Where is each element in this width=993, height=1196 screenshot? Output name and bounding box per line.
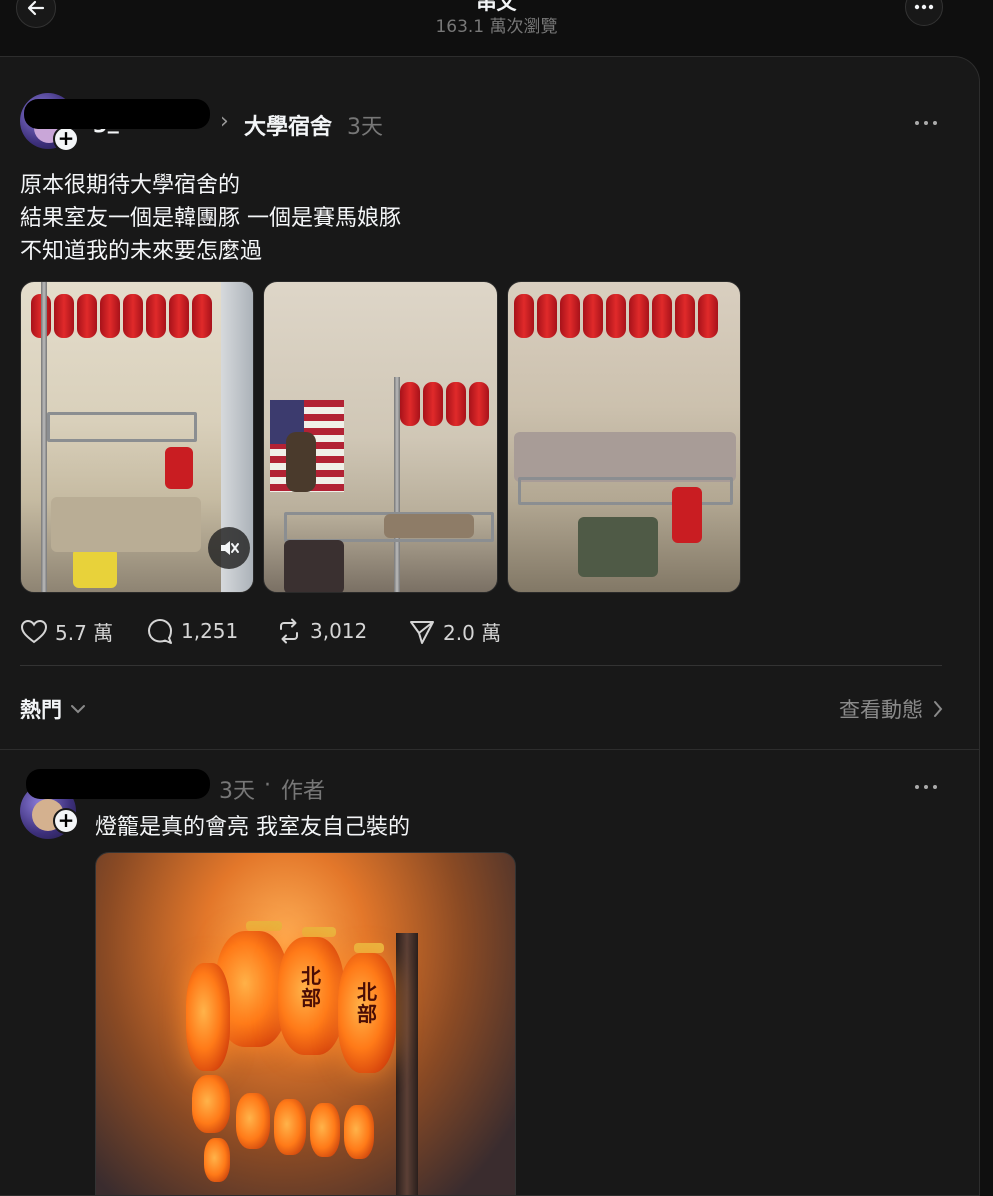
post-media-video[interactable]	[20, 281, 254, 593]
clothes	[284, 540, 344, 592]
lantern-text: 北部	[357, 980, 377, 1026]
lantern-decoration	[400, 382, 489, 426]
send-icon	[410, 620, 434, 644]
lantern-decoration	[236, 1093, 270, 1149]
chevron-down-icon	[71, 705, 85, 714]
thread-panel: + g_ › 大學宿舍 3天 原本很期待大學宿舍的 結果室友一個是韓團豚 一個是…	[0, 56, 980, 1196]
desk-shelf	[51, 497, 201, 552]
comment-count: 1,251	[181, 619, 239, 643]
post-time: 3天	[347, 115, 383, 140]
view-count: 163.1 萬次瀏覽	[435, 17, 558, 37]
chevron-right-icon: ›	[220, 109, 229, 134]
bedding	[514, 432, 736, 482]
view-activity-link[interactable]: 查看動態	[839, 694, 943, 724]
lantern-cap	[246, 921, 282, 931]
post-media-image[interactable]	[263, 281, 498, 593]
divider	[0, 749, 979, 750]
speaker-muted-icon	[221, 541, 239, 555]
post-media-image[interactable]	[507, 281, 741, 593]
reply-time: 3天	[219, 779, 255, 804]
reply-body: 燈籠是真的會亮 我室友自己裝的	[95, 815, 410, 840]
post-text-line: 原本很期待大學宿舍的	[20, 173, 241, 198]
bed-pole	[394, 377, 400, 592]
more-horizontal-icon	[915, 121, 937, 125]
lantern-item	[672, 487, 702, 543]
comment-icon	[148, 619, 172, 644]
repost-count: 3,012	[310, 619, 368, 643]
more-horizontal-icon	[914, 4, 934, 10]
separator: ·	[264, 773, 271, 798]
post-body: 原本很期待大學宿舍的 結果室友一個是韓團豚 一個是賽馬娘豚 不知道我的未來要怎麼…	[20, 169, 401, 268]
sort-label: 熱門	[20, 698, 62, 722]
lantern-cap	[354, 943, 384, 953]
lantern-decoration	[514, 294, 718, 338]
activity-label: 查看動態	[839, 698, 923, 722]
lantern-decoration	[274, 1099, 306, 1155]
reply-media-image[interactable]: 北部 北部	[95, 852, 516, 1195]
lantern-cap	[302, 927, 336, 937]
lantern-decoration: 北部	[278, 937, 344, 1055]
lantern-decoration: 北部	[338, 953, 396, 1073]
community-link[interactable]: 大學宿舍	[244, 109, 332, 141]
post-text-line: 不知道我的未來要怎麼過	[20, 239, 263, 264]
lantern-decoration	[186, 963, 230, 1071]
top-bar: 串文 163.1 萬次瀏覽	[0, 0, 993, 56]
lantern-decoration	[204, 1138, 230, 1182]
repost-button[interactable]: 3,012	[275, 617, 367, 645]
reply-more-button[interactable]	[914, 771, 938, 796]
more-horizontal-icon	[915, 785, 937, 789]
post-text-line: 結果室友一個是韓團豚 一個是賽馬娘豚	[20, 206, 401, 231]
lantern-item	[165, 447, 193, 489]
bed-pole	[396, 933, 418, 1195]
redaction-mark	[26, 769, 210, 799]
chevron-right-icon	[934, 701, 943, 717]
redaction-mark	[24, 99, 210, 129]
mute-button[interactable]	[208, 527, 250, 569]
bunk-frame	[47, 412, 197, 442]
repost-icon	[280, 618, 298, 644]
lantern-decoration	[31, 294, 212, 338]
share-button[interactable]: 2.0 萬	[408, 617, 501, 646]
bedding	[384, 514, 474, 538]
lantern-decoration	[310, 1103, 340, 1157]
author-badge: 作者	[281, 779, 326, 804]
comment-button[interactable]: 1,251	[146, 617, 238, 645]
divider	[20, 665, 942, 666]
desk-items	[578, 517, 658, 577]
lantern-decoration	[344, 1105, 374, 1159]
lantern-text: 北部	[301, 964, 321, 1010]
share-count: 2.0 萬	[443, 621, 502, 645]
lantern-decoration	[192, 1075, 230, 1133]
post-more-button[interactable]	[914, 107, 938, 132]
follow-button[interactable]: +	[53, 808, 79, 834]
yellow-towel	[73, 548, 117, 588]
like-button[interactable]: 5.7 萬	[20, 617, 113, 646]
follow-button[interactable]: +	[53, 126, 79, 152]
sort-dropdown[interactable]: 熱門	[20, 694, 86, 724]
poster	[286, 432, 316, 492]
like-count: 5.7 萬	[55, 621, 114, 645]
heart-icon	[20, 619, 48, 643]
